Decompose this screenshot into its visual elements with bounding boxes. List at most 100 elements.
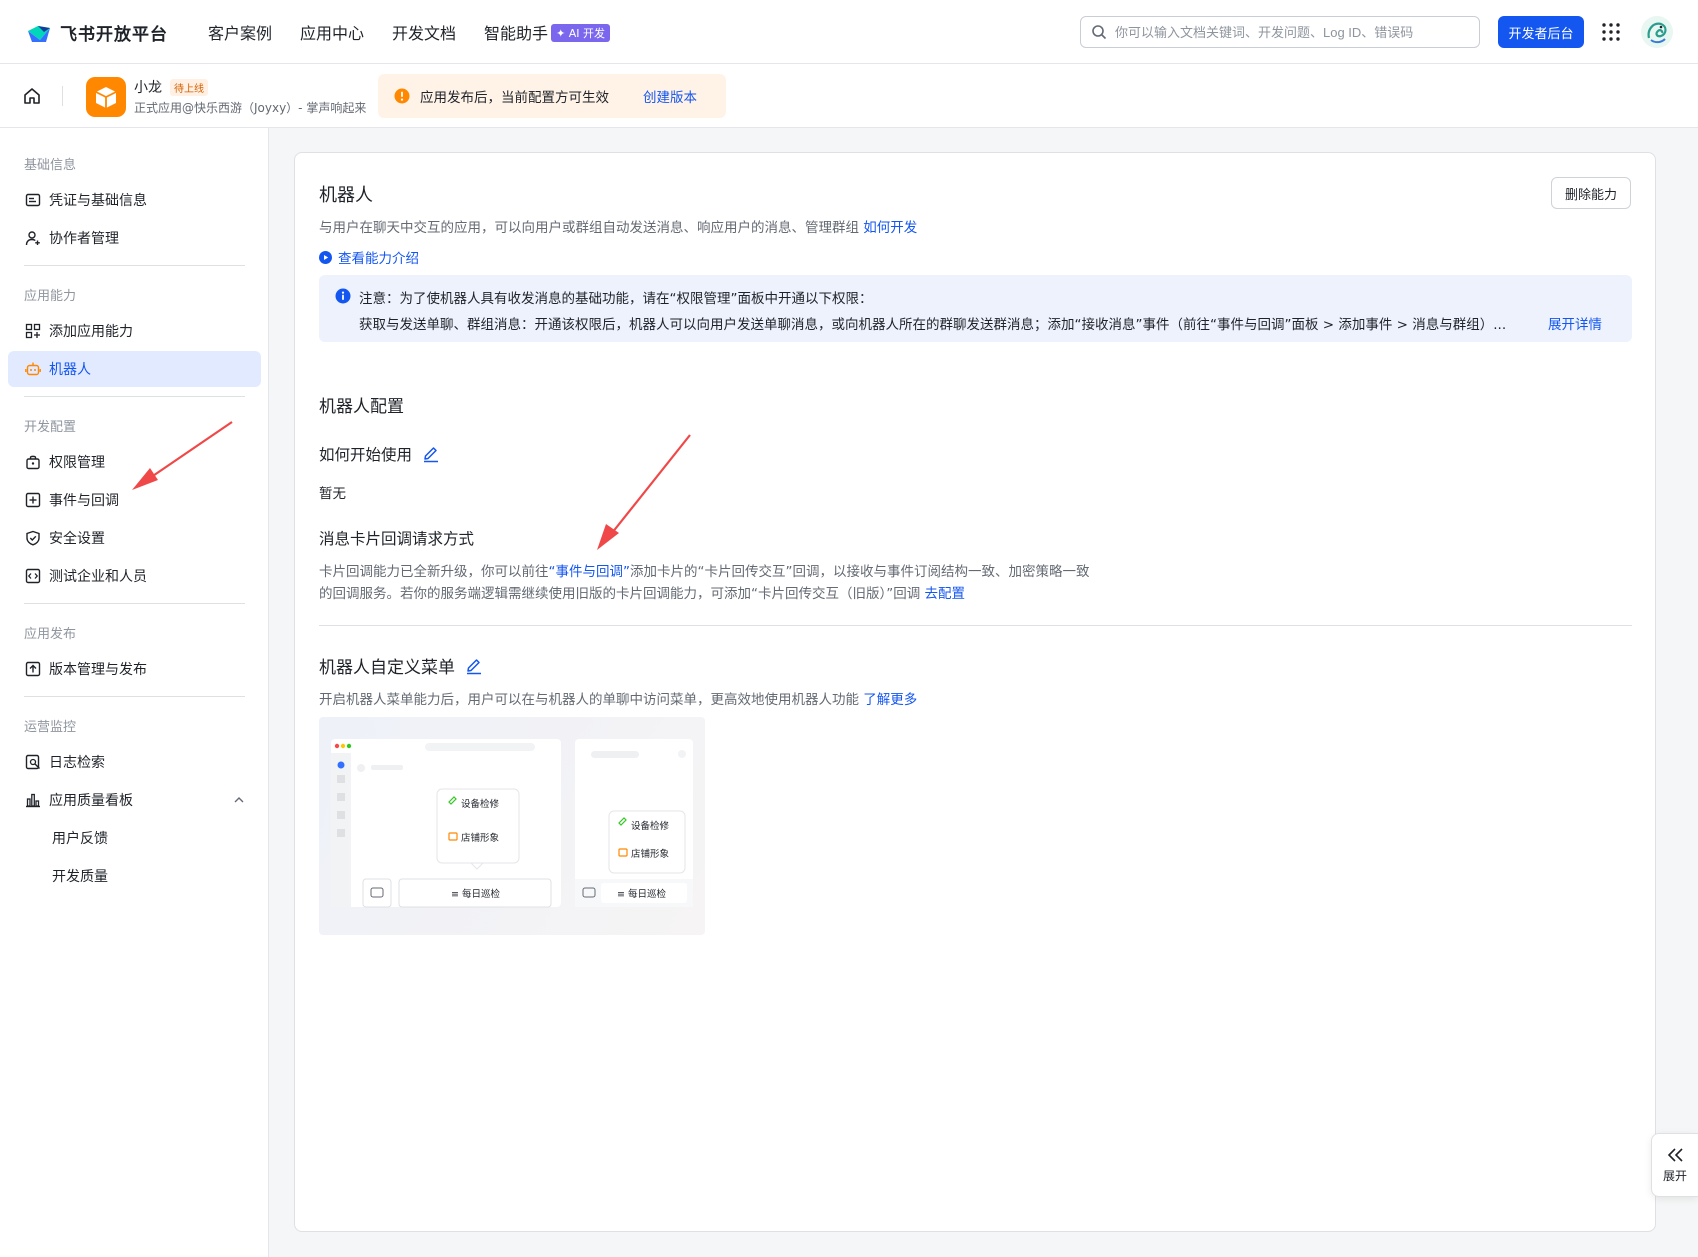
top-nav: 客户案例 应用中心 开发文档 智能助手 ✦ AI 开发 [208,0,611,64]
double-chevron-left-icon [1667,1147,1683,1162]
sidebar-item-label: 应用质量看板 [49,793,133,809]
svg-text:≡ 每日巡检: ≡ 每日巡检 [451,888,500,900]
apps-add-icon [25,323,41,339]
sidebar-item-label: 版本管理与发布 [49,662,147,678]
main-card: 机器人 删除能力 与用户在聊天中交互的应用，可以向用户或群组自动发送消息、响应用… [294,152,1656,1232]
credential-icon [25,193,41,207]
sidebar-item-label: 添加应用能力 [49,324,133,340]
search-input[interactable] [1115,24,1455,40]
sidebar-item-events-callbacks[interactable]: 事件与回调 [8,482,261,518]
expand-details-link[interactable]: 展开详情 [1548,313,1602,333]
nav-customer-cases[interactable]: 客户案例 [208,20,272,44]
svg-text:≡ 每日巡检: ≡ 每日巡检 [617,888,666,900]
feishu-logo-icon [28,25,50,42]
card-desc-1b: 添加卡片的“卡片回传交互”回调，以接收与事件订阅结构一致、加密策略一致 [630,564,1090,580]
search-box[interactable] [1080,16,1480,48]
edit-icon[interactable] [422,445,440,463]
sidebar-group-release: 应用发布 [24,627,77,642]
card-desc-1a: 卡片回调能力已全新升级，你可以前往 [319,564,549,580]
sidebar-item-collaborators[interactable]: 协作者管理 [8,220,261,256]
sidebar-item-log-search[interactable]: 日志检索 [8,744,261,780]
bot-description: 与用户在聊天中交互的应用，可以向用户或群组自动发送消息、响应用户的消息、管理群组… [319,216,917,236]
apps-grid-icon[interactable] [1601,22,1621,42]
bot-config-title: 机器人配置 [319,397,404,417]
sidebar-item-label: 测试企业和人员 [49,569,147,585]
bot-description-text: 与用户在聊天中交互的应用，可以向用户或群组自动发送消息、响应用户的消息、管理群组 [319,220,859,236]
expand-label: 展开 [1662,1168,1687,1183]
preview-bottom-menu-1: 每日巡检 [462,888,501,900]
bar-chart-icon [26,793,40,808]
howto-section: 如何开始使用 [319,443,440,465]
sidebar-item-label: 开发质量 [52,869,108,885]
search-icon [1092,25,1107,40]
sidebar-item-label: 日志检索 [49,755,105,771]
preview-menu-item-1b: 设备检修 [631,820,670,832]
brand-name: 飞书开放平台 [60,25,168,45]
dev-console-button[interactable]: 开发者后台 [1498,16,1584,48]
permission-tip: 注意：为了使机器人具有收发消息的基础功能，请在“权限管理”面板中开通以下权限： … [319,275,1632,342]
sidebar-item-dev-quality[interactable]: 开发质量 [8,858,261,894]
custom-menu-section: 机器人自定义菜单 [319,653,483,678]
edit-icon[interactable] [465,657,483,675]
card-callback-desc-2: 的回调服务。若你的服务端逻辑需继续使用旧版的卡片回调能力，可添加“卡片回传交互（… [319,582,965,602]
howto-value: 暂无 [319,486,346,502]
sidebar-divider [24,396,245,397]
howto-title: 如何开始使用 [319,446,413,464]
sidebar-group-basic: 基础信息 [24,158,77,173]
delete-capability-button[interactable]: 删除能力 [1551,177,1631,209]
expand-panel-button[interactable]: 展开 [1651,1133,1698,1197]
custom-menu-desc-text: 开启机器人菜单能力后，用户可以在与机器人的单聊中访问菜单，更高效地使用机器人功能 [319,692,859,708]
card-callback-desc-1: 卡片回调能力已全新升级，你可以前往“事件与回调”添加卡片的“卡片回传交互”回调，… [319,560,1090,580]
chevron-up-icon[interactable] [233,794,245,806]
status-badge: 待上线 [170,78,208,96]
sidebar-item-permissions[interactable]: 权限管理 [8,444,261,480]
sidebar-item-add-capability[interactable]: 添加应用能力 [8,313,261,349]
shield-icon [26,530,40,546]
notice-text: 应用发布后，当前配置方可生效 [420,90,609,106]
custom-menu-title: 机器人自定义菜单 [319,658,455,678]
sidebar-item-versions[interactable]: 版本管理与发布 [8,651,261,687]
nav-dev-docs[interactable]: 开发文档 [392,20,456,44]
tip-line-2: 获取与发送单聊、群组消息：开通该权限后，机器人可以向用户发送单聊消息，或向机器人… [359,317,1507,333]
sidebar-item-robot[interactable]: 机器人 [8,351,261,387]
publish-notice: 应用发布后，当前配置方可生效 创建版本 [378,74,726,118]
how-to-develop-link[interactable]: 如何开发 [863,220,917,236]
home-icon[interactable] [22,86,42,106]
custom-menu-desc: 开启机器人菜单能力后，用户可以在与机器人的单聊中访问菜单，更高效地使用机器人功能… [319,688,917,708]
sidebar-item-user-feedback[interactable]: 用户反馈 [8,820,261,856]
sidebar-item-label: 凭证与基础信息 [49,193,147,209]
dragon-avatar-icon [1647,22,1667,44]
learn-more-link[interactable]: 了解更多 [863,692,917,708]
sidebar-item-test-tenants[interactable]: 测试企业和人员 [8,558,261,594]
create-version-link[interactable]: 创建版本 [643,86,697,106]
sidebar-item-security[interactable]: 安全设置 [8,520,261,556]
sidebar-item-quality-board[interactable]: 应用质量看板 [8,782,261,818]
card-desc-2: 的回调服务。若你的服务端逻辑需继续使用旧版的卡片回调能力，可添加“卡片回传交互（… [319,586,921,602]
page-title: 机器人 [319,185,373,206]
sidebar-divider [24,265,245,266]
preview-menu-item-2b: 店铺形象 [631,848,670,860]
user-avatar[interactable] [1641,16,1673,48]
log-search-icon [25,754,40,770]
info-icon [335,288,351,304]
view-intro-link[interactable]: 查看能力介绍 [319,247,419,267]
play-circle-icon [319,250,332,264]
brand-logo[interactable]: 飞书开放平台 [26,20,168,45]
warning-icon [394,88,410,104]
events-callbacks-link[interactable]: “事件与回调” [549,564,631,580]
sidebar-item-credentials[interactable]: 凭证与基础信息 [8,182,261,218]
sidebar-item-label: 事件与回调 [49,493,119,509]
code-icon [25,568,41,584]
sidebar-item-label: 协作者管理 [49,231,119,247]
card-callback-title: 消息卡片回调请求方式 [319,530,475,548]
nav-app-center[interactable]: 应用中心 [300,20,364,44]
sidebar-item-label: 用户反馈 [52,831,108,847]
lock-icon [26,455,40,470]
go-configure-link[interactable]: 去配置 [925,586,966,602]
nav-smart-assistant-label: 智能助手 [484,24,549,43]
sidebar-item-label: 机器人 [49,362,91,378]
app-description: 正式应用@快乐西游（Joyxy）- 掌声响起来 [134,101,367,115]
sidebar: 基础信息 凭证与基础信息 协作者管理 应用能力 添加应用能力 机器人 开发配置 … [0,128,269,1257]
nav-smart-assistant[interactable]: 智能助手 ✦ AI 开发 [484,20,611,44]
ai-badge: ✦ AI 开发 [551,24,611,42]
